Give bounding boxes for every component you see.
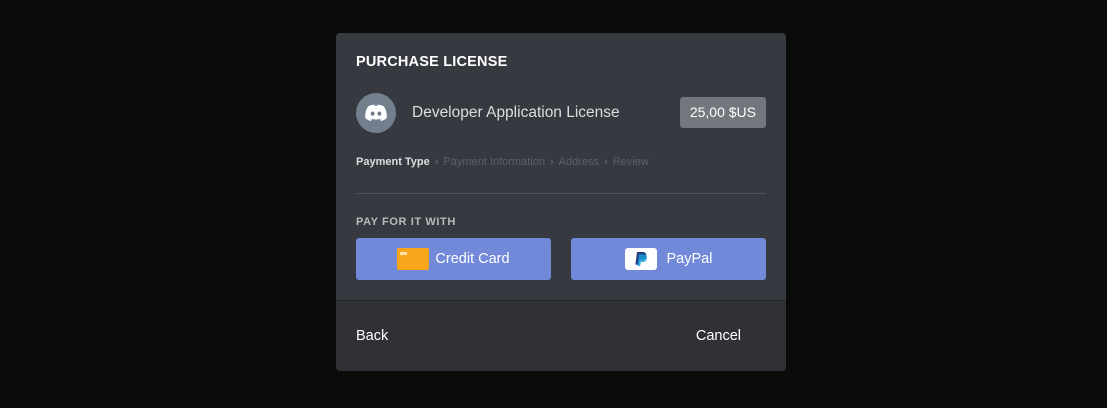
price-badge: 25,00 $US — [679, 97, 766, 128]
discord-logo-icon — [356, 93, 396, 133]
paypal-button[interactable]: PayPal — [571, 238, 766, 280]
product-name: Developer Application License — [412, 104, 620, 121]
credit-card-label: Credit Card — [435, 251, 510, 267]
cancel-button[interactable]: Cancel — [696, 328, 741, 344]
back-button[interactable]: Back — [356, 328, 388, 344]
breadcrumb: Payment Type › Payment Information › Add… — [356, 156, 649, 168]
paypal-label: PayPal — [666, 251, 713, 267]
breadcrumb-step-payment-type: Payment Type — [356, 156, 430, 168]
credit-card-icon — [397, 248, 430, 270]
chevron-right-icon: › — [603, 156, 608, 168]
credit-card-button[interactable]: Credit Card — [356, 238, 551, 280]
breadcrumb-step-payment-information: Payment Information — [443, 156, 545, 168]
modal-title: PURCHASE LICENSE — [356, 54, 508, 70]
pay-with-label: PAY FOR IT WITH — [356, 216, 456, 228]
product-row: Developer Application License 25,00 $US — [356, 93, 766, 133]
breadcrumb-step-review: Review — [612, 156, 649, 168]
chevron-right-icon: › — [549, 156, 554, 168]
paypal-icon — [624, 248, 657, 270]
divider — [356, 193, 766, 194]
modal-footer: Back Cancel — [336, 300, 786, 371]
purchase-license-modal: PURCHASE LICENSE Developer Application L… — [336, 33, 786, 371]
chevron-right-icon: › — [434, 156, 439, 168]
breadcrumb-step-address: Address — [558, 156, 599, 168]
modal-body: PURCHASE LICENSE Developer Application L… — [336, 33, 786, 300]
